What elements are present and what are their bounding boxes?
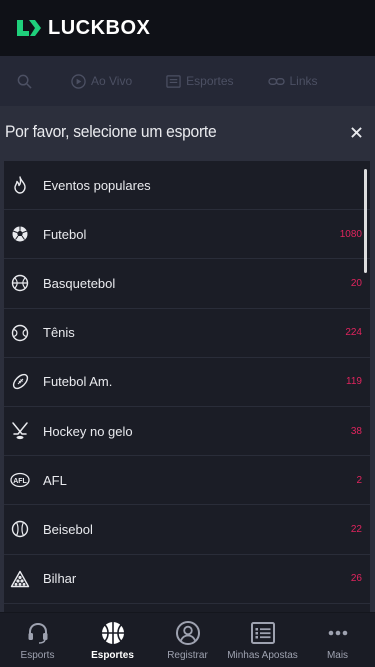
scrollbar[interactable] [364, 169, 367, 273]
nav-mais[interactable]: Mais [300, 613, 375, 667]
nav-label: Esportes [91, 649, 134, 661]
subnav-label: Ao Vivo [91, 74, 133, 88]
sport-item-afl[interactable]: AFL AFL 2 [4, 456, 370, 506]
modal-title: Por favor, selecione um esporte [5, 122, 217, 141]
sport-item-tenis[interactable]: Tênis 224 [4, 309, 370, 358]
headset-icon [28, 622, 47, 644]
sport-count: 1080 [339, 228, 362, 240]
betslip-icon [250, 621, 275, 644]
app-header: LUCKBOX [0, 0, 375, 56]
brand-logo[interactable]: LUCKBOX [16, 17, 150, 40]
sport-item-beisebol[interactable]: Beisebol 22 [4, 505, 370, 555]
more-dots-icon [328, 630, 347, 635]
subnav-sports[interactable]: Esportes [166, 74, 234, 89]
sport-count: 224 [345, 327, 362, 339]
brand-name: LUCKBOX [48, 16, 151, 39]
subnav-search[interactable] [17, 74, 37, 89]
svg-text:AFL: AFL [13, 478, 27, 485]
sport-item-hockey[interactable]: Hockey no gelo 38 [4, 407, 370, 457]
afl-icon: AFL [10, 470, 30, 490]
sport-item-basquetebol[interactable]: Basquetebol 20 [4, 259, 370, 309]
sport-name: Hockey no gelo [43, 423, 133, 439]
list-icon [166, 74, 181, 88]
sport-name: Bilhar [43, 571, 77, 587]
search-icon [17, 74, 32, 89]
soccer-ball-icon [10, 224, 30, 244]
nav-label: Mais [326, 649, 349, 661]
sport-name: AFL [43, 472, 67, 488]
sub-navigation: Ao Vivo Esportes Links [0, 56, 375, 106]
sport-name: Futebol Am. [43, 374, 113, 390]
hockey-icon [10, 421, 30, 441]
american-football-icon [10, 372, 30, 392]
baseball-icon [10, 519, 30, 539]
flame-icon [10, 175, 30, 195]
sport-name: Tênis [43, 325, 75, 341]
subnav-links[interactable]: Links [267, 74, 318, 89]
sport-name: Beisebol [43, 521, 93, 537]
sport-name: Futebol [43, 226, 87, 242]
modal-header: Por favor, selecione um esporte [0, 106, 375, 158]
nav-esports[interactable]: Esports [0, 613, 75, 667]
bottom-navigation: Esports Esportes Registrar Minhas Aposta… [0, 612, 375, 667]
close-button[interactable] [345, 121, 367, 143]
nav-label: Registrar [167, 649, 208, 661]
basketball-icon [101, 621, 124, 644]
luckbox-logo-icon [17, 20, 41, 36]
nav-label: Minhas Apostas [227, 649, 298, 661]
link-icon [267, 77, 285, 85]
sport-count: 2 [356, 474, 362, 486]
sport-count: 119 [346, 376, 362, 388]
play-icon [71, 73, 86, 89]
basketball-icon [10, 273, 30, 293]
nav-label: Esports [20, 649, 55, 661]
sport-name: Eventos populares [43, 177, 151, 193]
nav-registrar[interactable]: Registrar [150, 613, 225, 667]
sport-item-futebol[interactable]: Futebol 1080 [4, 210, 370, 260]
sport-count: 22 [350, 523, 362, 535]
sport-count: 38 [350, 425, 362, 437]
sport-item-bilhar[interactable]: Bilhar 26 [4, 555, 370, 604]
tennis-ball-icon [10, 323, 30, 343]
sport-count: 20 [350, 277, 362, 289]
user-icon [175, 620, 200, 645]
subnav-label: Esportes [186, 74, 234, 88]
sport-count: 26 [350, 573, 362, 585]
close-icon [350, 126, 362, 138]
nav-minhas-apostas[interactable]: Minhas Apostas [225, 613, 300, 667]
billiards-icon [10, 569, 30, 589]
sport-item-futebol-am[interactable]: Futebol Am. 119 [4, 358, 370, 407]
subnav-live[interactable]: Ao Vivo [71, 73, 133, 89]
sport-item-popular[interactable]: Eventos populares [4, 161, 370, 211]
sport-name: Basquetebol [43, 275, 116, 291]
subnav-label: Links [289, 74, 318, 88]
sport-list[interactable]: Eventos populares Futebol 1080 Basqueteb… [4, 160, 370, 612]
nav-esportes[interactable]: Esportes [75, 613, 150, 667]
